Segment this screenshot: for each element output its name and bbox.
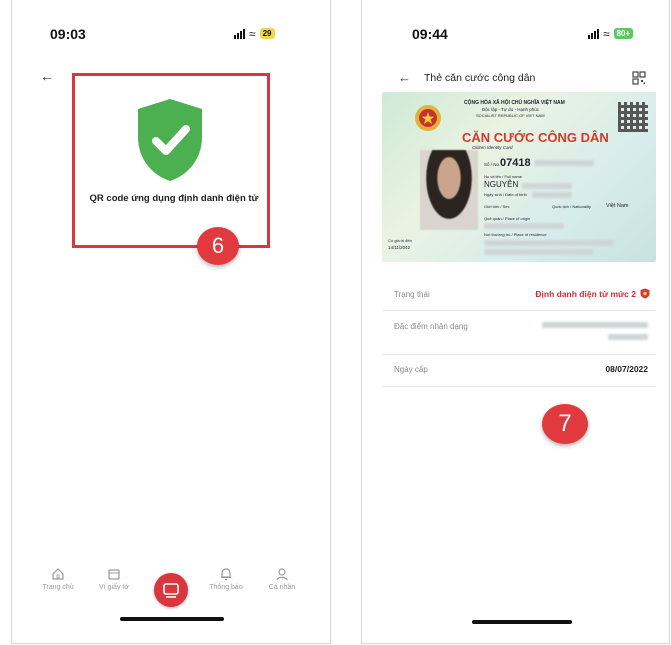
verified-shield-icon: [138, 99, 202, 181]
home-indicator: [120, 617, 224, 621]
card-sex-label: Giới tính / Sex: [484, 204, 510, 209]
redacted-text: [522, 183, 572, 189]
user-icon: [254, 566, 310, 582]
nav-label: Cá nhân: [268, 584, 296, 591]
card-qr-code: [618, 102, 648, 132]
wallet-icon: [86, 566, 142, 582]
issue-date-value: 08/07/2022: [605, 364, 648, 374]
back-arrow-icon[interactable]: ←: [40, 68, 54, 84]
wifi-icon: ≈: [249, 26, 256, 41]
status-time: 09:44: [412, 26, 448, 42]
redacted-text: [484, 240, 614, 246]
back-arrow-icon[interactable]: ←: [398, 70, 411, 85]
card-scan-icon: [163, 583, 179, 598]
status-bar: 09:03 ≈ 29: [12, 20, 330, 44]
step-badge-6: 6: [197, 227, 239, 265]
nav-label: Ví giấy tờ: [99, 584, 129, 591]
card-id-label: Số / No.: [484, 162, 501, 167]
status-label: Trạng thái: [394, 290, 430, 299]
card-subtitle: Citizen Identity Card: [472, 145, 513, 150]
card-expiry: 14/11/2042: [388, 245, 411, 250]
info-row-status: Trạng thái Định danh điện tử mức 2: [382, 282, 656, 311]
status-value: Định danh điện tử mức 2: [535, 289, 636, 299]
battery-indicator: 80+: [613, 28, 634, 39]
wifi-icon: ≈: [603, 26, 610, 41]
qr-code-icon[interactable]: [632, 71, 646, 85]
page-title: Thẻ căn cước công dân: [424, 72, 536, 84]
card-photo: [420, 150, 478, 230]
nav-item-wallet[interactable]: Ví giấy tờ: [86, 566, 142, 591]
card-dob-label: Ngày sinh / Date of birth: [484, 192, 527, 197]
nav-item-notifications[interactable]: Thông báo: [198, 566, 254, 591]
page-header: ← Thẻ căn cước công dân: [362, 68, 669, 88]
card-origin-label: Quê quán / Place of origin: [484, 216, 531, 221]
card-nationality-label: Quốc tịch / Nationality: [552, 204, 591, 209]
redacted-text: [484, 249, 594, 255]
card-nationality: Việt Nam: [606, 203, 629, 209]
qr-code-title: QR code ứng dụng định danh điện tử: [89, 193, 259, 204]
card-residence-label: Nơi thường trú / Place of residence: [484, 232, 547, 237]
nav-label: Trang chủ: [42, 584, 74, 591]
id-card-image: CỘNG HÒA XÃ HỘI CHỦ NGHĨA VIỆT NAM Độc l…: [382, 92, 656, 262]
card-name: NGUYỄN: [484, 180, 519, 189]
card-expiry-label: Có giá trị đến: [388, 238, 412, 243]
signal-icon: [588, 28, 599, 39]
nav-label: Thông báo: [209, 584, 243, 591]
battery-indicator: 29: [259, 28, 275, 39]
redacted-text: [534, 160, 594, 166]
shield-badge-icon: [640, 288, 650, 299]
identifying-features-label: Đặc điểm nhận dạng: [394, 322, 468, 331]
redacted-text: [608, 334, 648, 340]
redacted-text: [532, 192, 572, 198]
home-icon: [30, 566, 86, 582]
issue-date-label: Ngày cấp: [394, 365, 428, 374]
info-row-issue-date: Ngày cấp 08/07/2022: [382, 354, 656, 387]
status-icons: ≈ 29: [234, 26, 275, 41]
nav-item-profile[interactable]: Cá nhân: [254, 566, 310, 591]
right-phone-screen: 09:44 ≈ 80+ ← Thẻ căn cước công dân CỘNG…: [361, 0, 670, 644]
status-icons: ≈ 80+: [588, 26, 634, 41]
info-row-identifying-features: Đặc điểm nhận dạng: [382, 310, 656, 355]
scan-card-button[interactable]: [154, 573, 188, 607]
card-country-en: SOCIALIST REPUBLIC OF VIET NAM: [476, 113, 545, 118]
redacted-text: [484, 223, 564, 229]
national-emblem-icon: [415, 105, 441, 131]
card-id-number: 07418: [500, 157, 531, 169]
status-time: 09:03: [50, 26, 86, 42]
step-badge-7: 7: [542, 404, 588, 444]
home-indicator: [472, 620, 572, 624]
bell-icon: [198, 566, 254, 582]
card-name-label: Họ và tên / Full name: [484, 174, 523, 179]
left-phone-screen: 09:03 ≈ 29 ← QR code ứng dụng định danh …: [11, 0, 331, 644]
card-motto: Độc lập - Tự do - Hạnh phúc: [482, 107, 539, 112]
status-bar: 09:44 ≈ 80+: [362, 20, 669, 44]
signal-icon: [234, 28, 245, 39]
card-country: CỘNG HÒA XÃ HỘI CHỦ NGHĨA VIỆT NAM: [464, 100, 565, 106]
redacted-text: [542, 322, 648, 328]
nav-item-home[interactable]: Trang chủ: [30, 566, 86, 591]
card-title: CĂN CƯỚC CÔNG DÂN: [462, 130, 609, 145]
